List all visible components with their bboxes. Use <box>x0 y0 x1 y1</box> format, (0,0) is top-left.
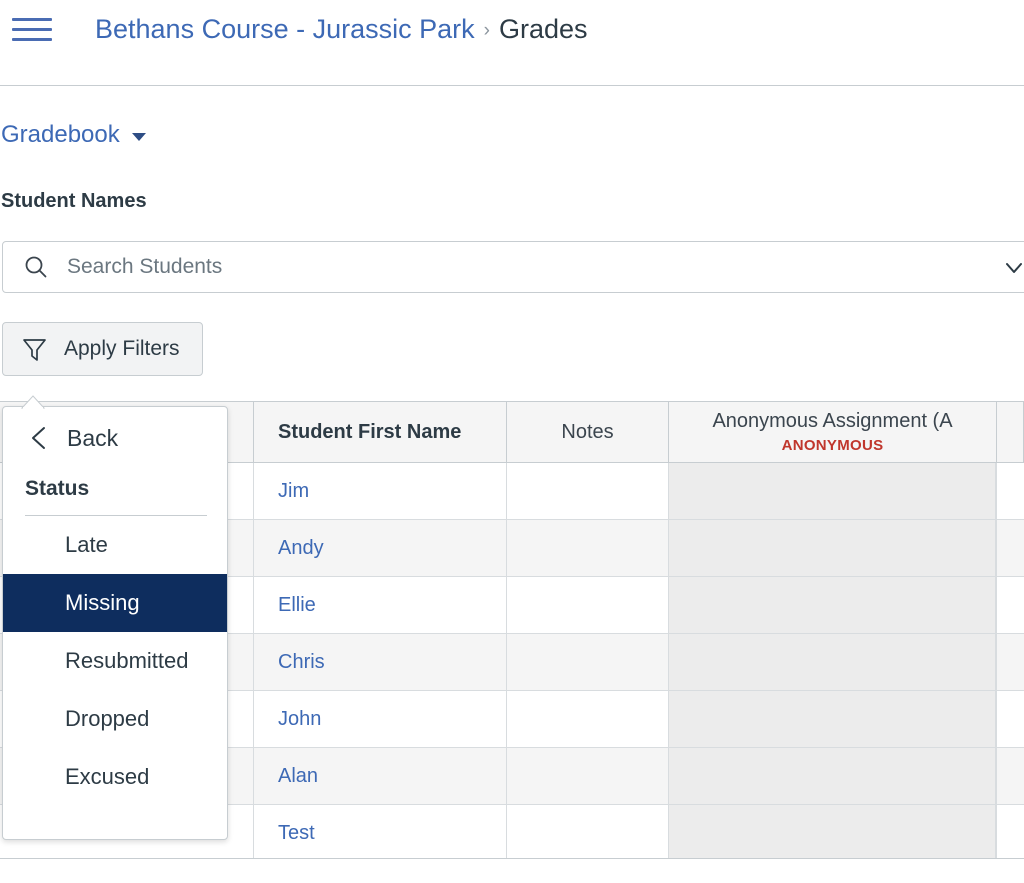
hamburger-line <box>12 17 52 21</box>
cell-extra <box>997 520 1024 576</box>
status-option-resubmitted[interactable]: Resubmitted <box>3 632 227 690</box>
apply-filters-button[interactable]: Apply Filters <box>2 322 203 376</box>
search-input[interactable] <box>67 255 1024 279</box>
popover-title: Status <box>25 477 90 500</box>
cell-notes[interactable] <box>507 805 669 858</box>
gradebook-view-label: Gradebook <box>1 121 120 148</box>
student-name-link[interactable]: Chris <box>278 651 325 674</box>
cell-student-first-name: Jim <box>254 463 507 519</box>
status-filter-popover: Back Status Late Missing Resubmitted Dro… <box>2 406 228 840</box>
header-cell-notes[interactable]: Notes <box>507 402 669 462</box>
anonymous-grade-placeholder <box>669 520 996 576</box>
breadcrumb-separator-icon: › <box>483 20 490 41</box>
cell-anonymous-assignment[interactable] <box>669 577 997 633</box>
cell-anonymous-assignment[interactable] <box>669 634 997 690</box>
popover-arrow-icon <box>20 395 46 410</box>
status-option-excused[interactable]: Excused <box>3 748 227 806</box>
breadcrumb-course-link[interactable]: Bethans Course - Jurassic Park <box>95 14 475 44</box>
student-name-link[interactable]: John <box>278 708 321 731</box>
gradebook-view-select[interactable]: Gradebook <box>1 121 146 149</box>
student-names-label: Student Names <box>1 190 147 212</box>
cell-student-first-name: Andy <box>254 520 507 576</box>
cell-notes[interactable] <box>507 520 669 576</box>
cell-anonymous-assignment[interactable] <box>669 691 997 747</box>
anonymous-grade-placeholder <box>669 748 996 804</box>
cell-extra <box>997 463 1024 519</box>
cell-anonymous-assignment[interactable] <box>669 463 997 519</box>
student-name-link[interactable]: Andy <box>278 537 324 560</box>
cell-extra <box>997 805 1024 858</box>
chevron-left-icon <box>32 427 45 449</box>
student-name-link[interactable]: Test <box>278 822 315 845</box>
cell-anonymous-assignment[interactable] <box>669 520 997 576</box>
search-students-field[interactable] <box>2 241 1024 293</box>
cell-notes[interactable] <box>507 748 669 804</box>
cell-extra <box>997 691 1024 747</box>
header-cell-anonymous-assignment[interactable]: Anonymous Assignment (A ANONYMOUS <box>669 402 997 462</box>
anonymous-assignment-title: Anonymous Assignment (A <box>712 409 953 432</box>
anonymous-grade-placeholder <box>669 691 996 747</box>
breadcrumb: Bethans Course - Jurassic Park › Grades <box>95 11 588 51</box>
cell-notes[interactable] <box>507 691 669 747</box>
apply-filters-label: Apply Filters <box>64 337 180 360</box>
student-name-link[interactable]: Alan <box>278 765 318 788</box>
chevron-down-icon <box>131 133 146 141</box>
chevron-down-icon[interactable] <box>1004 258 1024 278</box>
header-cell-extra <box>997 402 1024 462</box>
student-name-link[interactable]: Jim <box>278 480 309 503</box>
cell-student-first-name: Chris <box>254 634 507 690</box>
anonymous-grade-placeholder <box>669 463 996 519</box>
cell-notes[interactable] <box>507 463 669 519</box>
cell-extra <box>997 634 1024 690</box>
cell-student-first-name: Ellie <box>254 577 507 633</box>
status-option-dropped[interactable]: Dropped <box>3 690 227 748</box>
cell-notes[interactable] <box>507 577 669 633</box>
cell-student-first-name: Test <box>254 805 507 858</box>
cell-anonymous-assignment[interactable] <box>669 748 997 804</box>
cell-student-first-name: John <box>254 691 507 747</box>
anonymous-grade-placeholder <box>669 805 996 858</box>
hamburger-menu-icon[interactable] <box>12 12 54 46</box>
status-option-late[interactable]: Late <box>3 516 227 574</box>
cell-student-first-name: Alan <box>254 748 507 804</box>
breadcrumb-current-page: Grades <box>498 14 588 44</box>
anonymous-grade-placeholder <box>669 577 996 633</box>
cell-extra <box>997 748 1024 804</box>
cell-extra <box>997 577 1024 633</box>
cell-anonymous-assignment[interactable] <box>669 805 997 858</box>
student-name-link[interactable]: Ellie <box>278 594 316 617</box>
hamburger-line <box>12 27 52 31</box>
cell-notes[interactable] <box>507 634 669 690</box>
search-icon <box>25 256 47 278</box>
top-header-bar: Bethans Course - Jurassic Park › Grades <box>0 0 1024 86</box>
anonymous-grade-placeholder <box>669 634 996 690</box>
filter-funnel-icon <box>23 338 46 361</box>
header-cell-student-first-name[interactable]: Student First Name <box>254 402 507 462</box>
status-option-missing[interactable]: Missing <box>3 574 227 632</box>
anonymous-status-badge: ANONYMOUS <box>781 436 884 454</box>
popover-back-button[interactable]: Back <box>3 407 227 469</box>
hamburger-line <box>12 37 52 41</box>
popover-back-label: Back <box>67 424 119 451</box>
